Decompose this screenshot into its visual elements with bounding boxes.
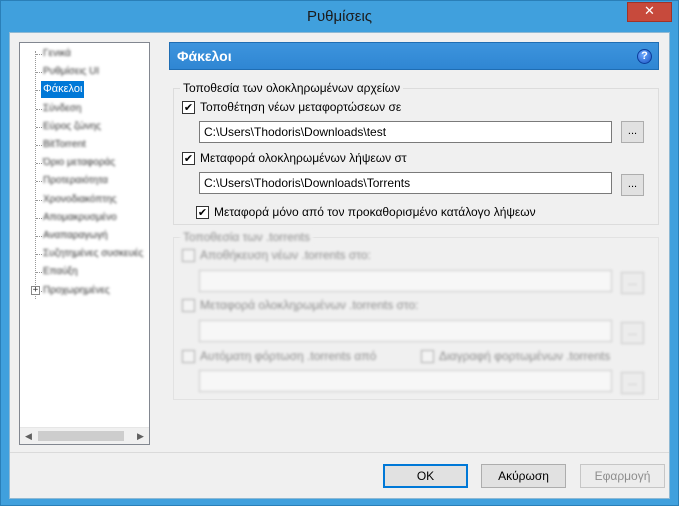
tree-connector	[36, 163, 42, 165]
store-torrents-path-input[interactable]	[199, 270, 612, 292]
title-bar[interactable]: Ρυθμίσεις ✕	[1, 1, 678, 33]
store-torrents-label: Αποθήκευση νέων .torrents στο:	[200, 248, 371, 262]
completed-files-legend: Τοποθεσία των ολοκληρωμένων αρχείων	[180, 81, 404, 95]
close-button[interactable]: ✕	[627, 2, 672, 22]
tree-item[interactable]: Γενικά	[43, 45, 71, 62]
move-completed-checkbox[interactable]: ✔	[182, 152, 195, 165]
tree-connector	[36, 272, 42, 274]
move-torrents-checkbox[interactable]	[182, 299, 195, 312]
tree-connector	[35, 51, 36, 299]
settings-window: Ρυθμίσεις ✕ Γενικά Ρυθμίσεις UI Φάκελοι Σύν…	[0, 0, 679, 506]
only-default-checkbox[interactable]: ✔	[196, 206, 209, 219]
move-completed-browse-button[interactable]: ...	[621, 174, 644, 196]
tree-item[interactable]: Φάκελοι	[41, 81, 85, 99]
tree-item[interactable]: Ρυθμίσεις UI	[43, 63, 99, 80]
move-torrents-browse-button[interactable]: ...	[621, 322, 644, 344]
tree-item[interactable]: Σύνδεση	[43, 100, 81, 117]
move-torrents-label: Μεταφορά ολοκληρωμένων .torrents στο:	[200, 298, 419, 312]
section-header: Φάκελοι ?	[169, 42, 659, 70]
tree-item[interactable]: Προτεραιότητα	[43, 172, 108, 189]
apply-button[interactable]: Εφαρμογή	[580, 464, 665, 488]
cancel-button[interactable]: Ακύρωση	[481, 464, 566, 488]
delete-loaded-checkbox[interactable]	[421, 350, 434, 363]
check-icon: ✔	[183, 101, 194, 114]
autoload-checkbox[interactable]	[182, 350, 195, 363]
new-downloads-browse-button[interactable]: ...	[621, 121, 644, 143]
tree-item[interactable]: Επαύξη	[43, 263, 78, 280]
tree-connector	[36, 108, 42, 110]
help-icon[interactable]: ?	[637, 49, 652, 64]
tree-connector	[36, 72, 42, 74]
only-default-label: Μεταφορά μόνο από τον προκαθορισμένο κατ…	[214, 205, 536, 219]
tree-horizontal-scrollbar[interactable]: ◀ ▶	[20, 427, 149, 444]
autoload-label: Αυτόματη φόρτωση .torrents από	[200, 349, 377, 363]
tree-connector	[36, 236, 42, 237]
new-downloads-checkbox[interactable]: ✔	[182, 101, 195, 114]
tree-items: Γενικά Ρυθμίσεις UI Φάκελοι Σύνδεση Εύρος ζώ…	[20, 43, 149, 427]
tree-connector	[36, 199, 42, 201]
tree-connector	[36, 54, 42, 55]
tree-connector	[36, 126, 42, 128]
store-torrents-checkbox[interactable]	[182, 249, 195, 262]
close-icon: ✕	[644, 4, 655, 19]
dialog-client: Γενικά Ρυθμίσεις UI Φάκελοι Σύνδεση Εύρος ζώ…	[9, 32, 670, 499]
settings-tree[interactable]: Γενικά Ρυθμίσεις UI Φάκελοι Σύνδεση Εύρος ζώ…	[19, 42, 150, 445]
autoload-browse-button[interactable]: ...	[621, 372, 644, 394]
tree-item[interactable]: Όριο μεταφοράς	[43, 154, 115, 171]
tree-item[interactable]: Απομακρυσμένο	[43, 209, 117, 226]
button-separator	[10, 452, 669, 453]
store-torrents-browse-button[interactable]: ...	[621, 272, 644, 294]
tree-item[interactable]: Χρονοδιακόπτης	[43, 191, 117, 208]
tree-item[interactable]: Συζητημένες συσκευές	[43, 245, 143, 262]
move-torrents-path-input[interactable]	[199, 320, 612, 342]
tree-connector	[36, 181, 42, 183]
check-icon: ✔	[183, 152, 194, 165]
ok-button[interactable]: OK	[383, 464, 468, 488]
move-completed-label: Μεταφορά ολοκληρωμένων λήψεων στ	[200, 151, 407, 165]
tree-item[interactable]: Εύρος ζώνης	[43, 118, 101, 135]
expand-icon[interactable]: +	[31, 285, 40, 295]
move-completed-path-input[interactable]: C:\Users\Thodoris\Downloads\Torrents	[199, 172, 612, 194]
autoload-path-input[interactable]	[199, 370, 612, 392]
scroll-left-icon[interactable]: ◀	[20, 428, 37, 444]
scroll-right-icon[interactable]: ▶	[132, 428, 149, 444]
delete-loaded-label: Διαγραφή φορτωμένων .torrents	[439, 349, 611, 363]
scroll-thumb[interactable]	[38, 431, 124, 441]
tree-connector	[36, 217, 42, 219]
tree-item[interactable]: BitTorrent	[43, 136, 86, 153]
new-downloads-path-input[interactable]: C:\Users\Thodoris\Downloads\test	[199, 121, 612, 143]
tree-connector	[36, 254, 42, 256]
window-title: Ρυθμίσεις	[306, 8, 373, 25]
tree-item[interactable]: Προχωρημένες	[43, 282, 110, 299]
new-downloads-label: Τοποθέτηση νέων μεταφορτώσεων σε	[200, 100, 402, 114]
torrents-legend: Τοποθεσία των .torrents	[180, 230, 313, 244]
tree-item[interactable]: Αναπαραγωγή	[43, 227, 108, 244]
section-title: Φάκελοι	[177, 48, 232, 64]
check-icon: ✔	[197, 206, 208, 219]
tree-connector	[36, 145, 42, 146]
